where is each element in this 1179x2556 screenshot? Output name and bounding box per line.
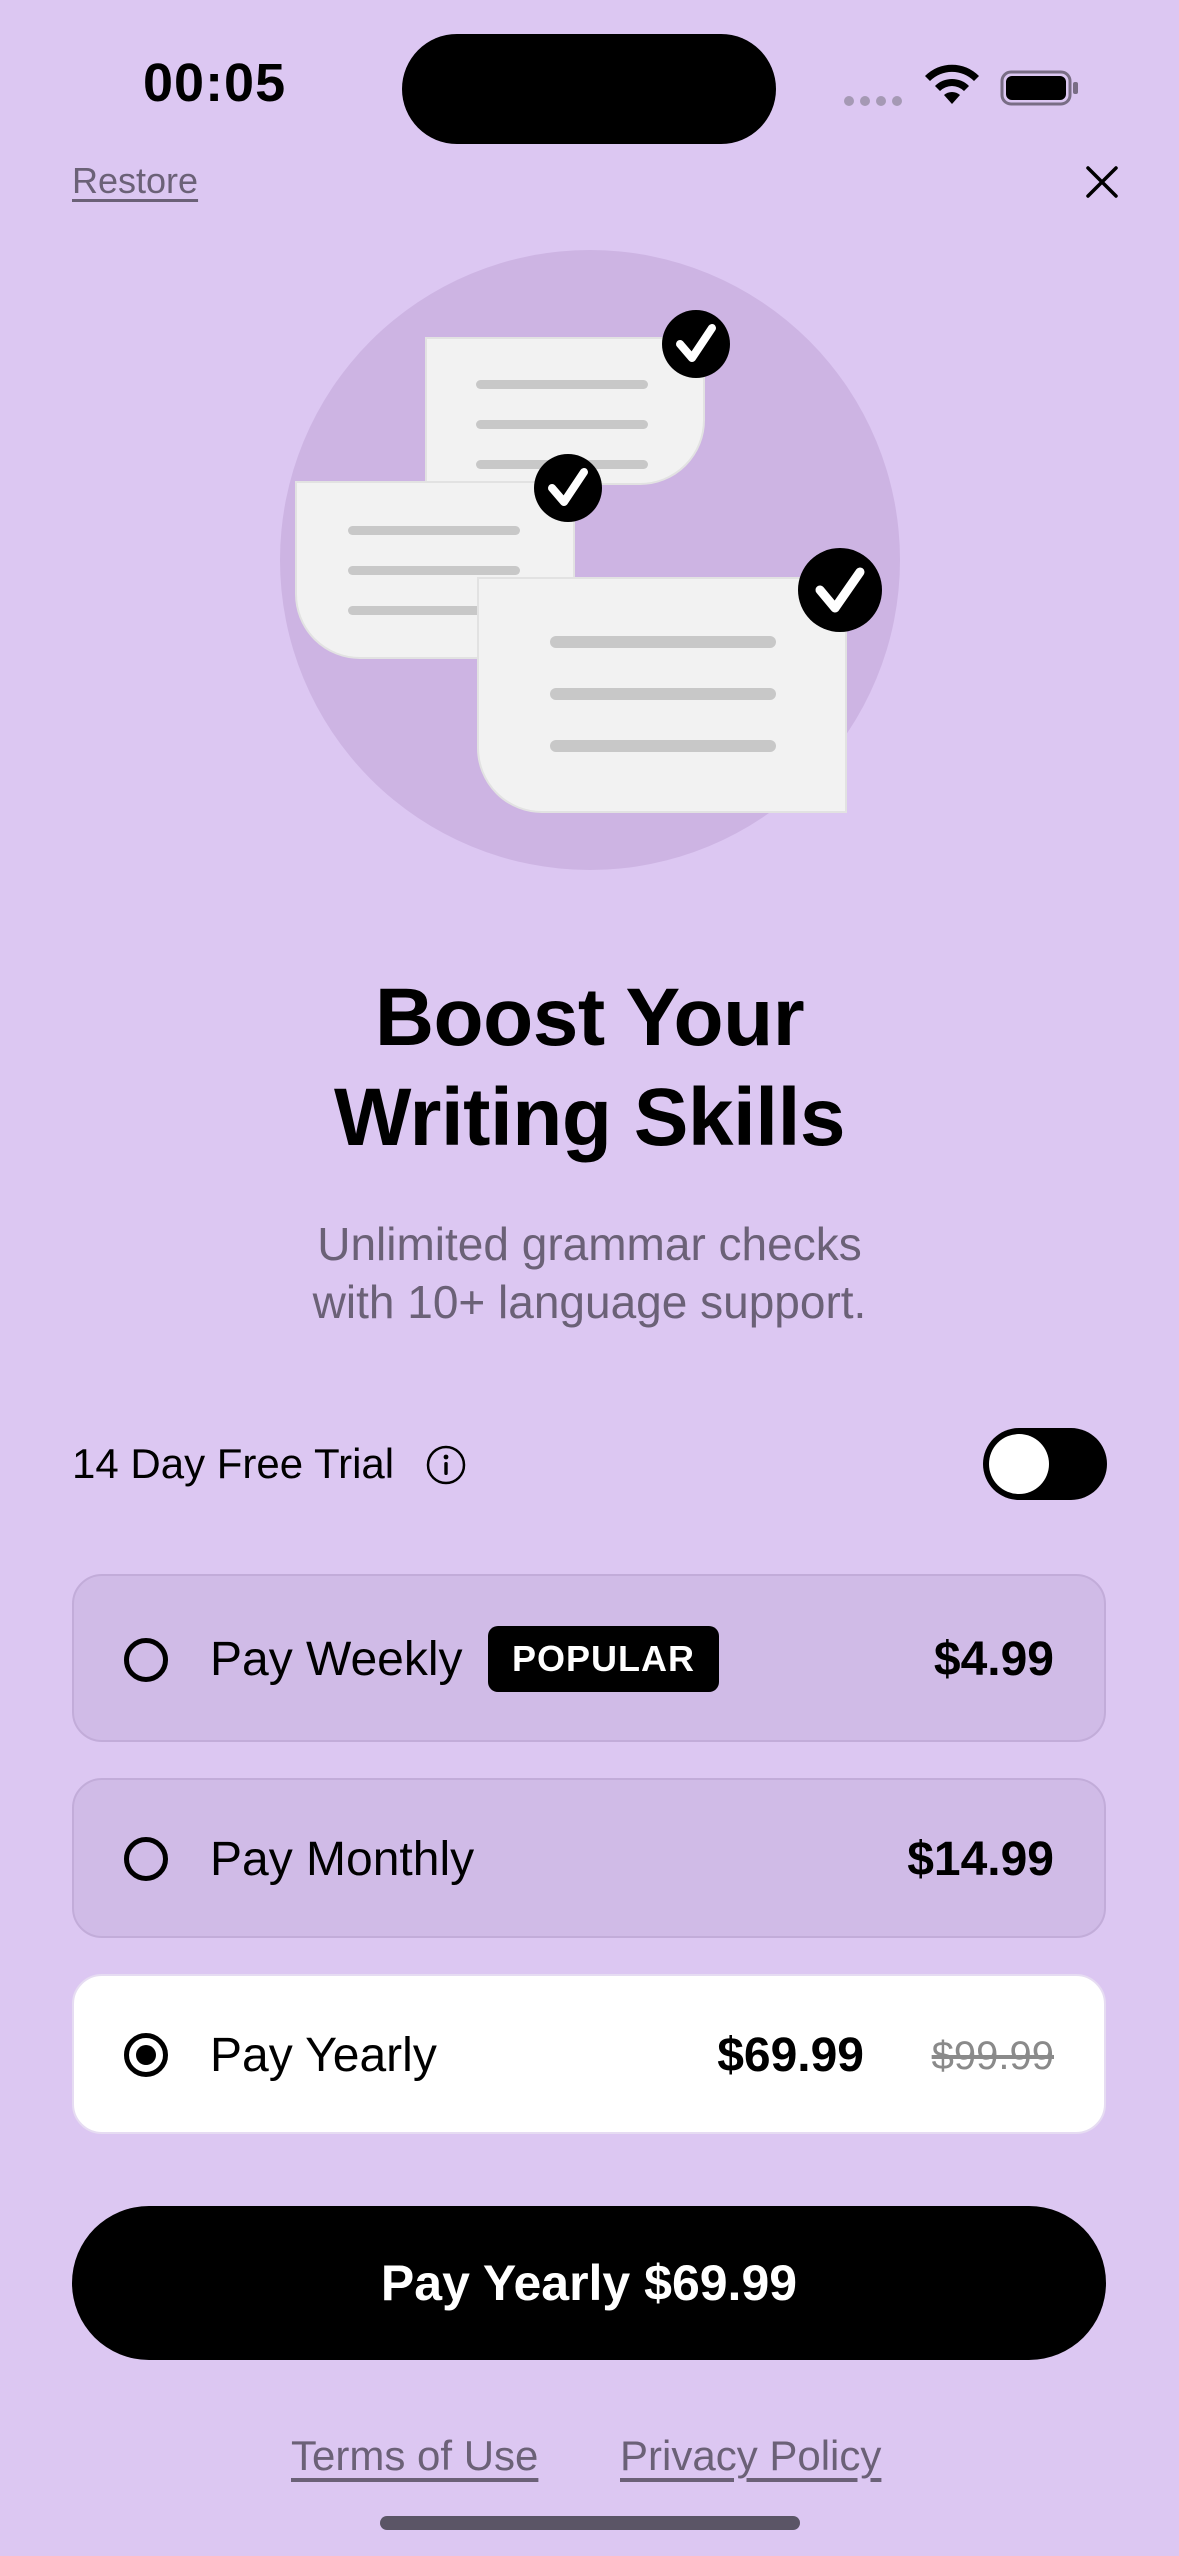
- check-icon: [662, 310, 730, 378]
- toggle-knob: [989, 1434, 1049, 1494]
- terms-of-use-link[interactable]: Terms of Use: [291, 2432, 538, 2480]
- plan-name: Pay Monthly: [210, 1833, 475, 1886]
- status-time: 00:05: [143, 53, 287, 113]
- wifi-icon: [925, 64, 979, 104]
- check-icon: [534, 454, 602, 522]
- check-icon: [798, 548, 882, 632]
- purchase-button[interactable]: Pay Yearly $69.99: [72, 2206, 1106, 2360]
- page-subtitle: Unlimited grammar checks with 10+ langua…: [0, 1215, 1179, 1331]
- popular-badge: POPULAR: [488, 1626, 720, 1692]
- plan-name: Pay Yearly: [210, 2029, 437, 2082]
- info-icon[interactable]: [425, 1444, 467, 1486]
- free-trial-toggle[interactable]: [983, 1428, 1107, 1500]
- battery-icon: [1000, 70, 1078, 106]
- radio-button[interactable]: [124, 1638, 168, 1682]
- original-price: $99.99: [931, 2034, 1054, 2078]
- radio-button[interactable]: [124, 1837, 168, 1881]
- radio-button-selected[interactable]: [124, 2033, 168, 2077]
- plan-price: $14.99: [907, 1833, 1054, 1886]
- home-indicator: [380, 2516, 800, 2530]
- plan-weekly[interactable]: Pay Weekly POPULAR $4.99: [72, 1574, 1106, 1742]
- title-line-2: Writing Skills: [334, 1072, 845, 1163]
- free-trial-label: 14 Day Free Trial: [72, 1440, 395, 1487]
- plan-price: $69.99: [717, 2029, 864, 2082]
- subtitle-line-2: with 10+ language support.: [312, 1276, 867, 1328]
- close-icon[interactable]: [1082, 162, 1122, 202]
- privacy-policy-link[interactable]: Privacy Policy: [620, 2432, 881, 2480]
- subtitle-line-1: Unlimited grammar checks: [317, 1218, 862, 1270]
- documents-illustration: [280, 250, 900, 870]
- plan-name: Pay Weekly: [210, 1633, 463, 1686]
- title-line-1: Boost Your: [374, 972, 805, 1063]
- plan-price: $4.99: [933, 1633, 1054, 1686]
- restore-link[interactable]: Restore: [72, 160, 198, 202]
- dynamic-island: [402, 34, 776, 144]
- plan-monthly[interactable]: Pay Monthly $14.99: [72, 1778, 1106, 1938]
- plan-yearly[interactable]: Pay Yearly $69.99 $99.99: [72, 1974, 1106, 2134]
- cellular-signal-icon: [844, 96, 902, 106]
- page-title: Boost Your Writing Skills: [0, 968, 1179, 1168]
